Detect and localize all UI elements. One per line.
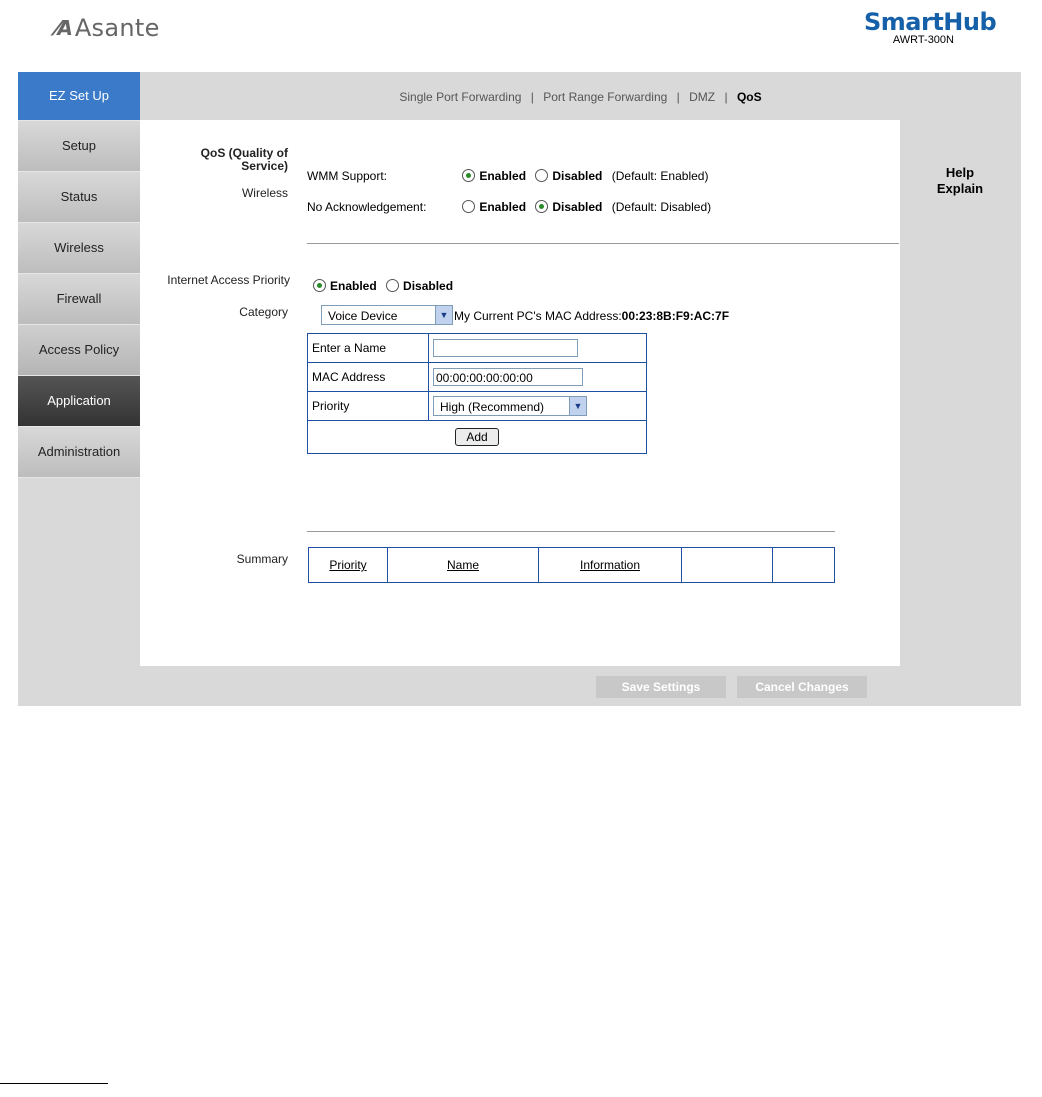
current-mac-info: My Current PC's MAC Address:00:23:8B:F9:… [454, 309, 729, 323]
no-ack-disabled-radio[interactable] [535, 200, 549, 213]
table-row: Priority High (Recommend) ▼ [307, 391, 647, 421]
brand-name: SmartHub [864, 8, 997, 36]
table-row: MAC Address 00:00:00:00:00:00 [307, 362, 647, 392]
table-header-row: Priority Name Information [308, 547, 835, 583]
tab-dmz[interactable]: DMZ [689, 90, 715, 104]
no-ack-label: No Acknowledgement: [307, 200, 427, 214]
mac-field-cell: 00:00:00:00:00:00 [428, 362, 647, 392]
no-ack-enabled-radio[interactable] [462, 200, 476, 213]
iap-enabled-label: Enabled [330, 279, 377, 293]
cancel-changes-button[interactable]: Cancel Changes [737, 676, 867, 698]
iap-enabled-radio[interactable] [313, 279, 326, 292]
wmm-support-row: WMM Support: Enabled Disabled (Default: … [307, 169, 708, 183]
sidebar-item-application[interactable]: Application [18, 376, 140, 427]
iap-disabled-radio[interactable] [386, 279, 400, 292]
sub-navigation: Single Port Forwarding | Port Range Forw… [140, 72, 1021, 120]
internet-access-priority-label: Internet Access Priority [167, 273, 290, 287]
nav-separator: | [724, 90, 728, 104]
no-ack-row: No Acknowledgement: Enabled Disabled (De… [307, 200, 711, 214]
summary-divider [307, 531, 835, 532]
summary-col-name[interactable]: Name [387, 547, 539, 583]
no-ack-disabled-label: Disabled [552, 200, 603, 214]
sidebar-item-access-policy[interactable]: Access Policy [18, 325, 140, 376]
summary-col-empty-1 [681, 547, 773, 583]
no-ack-default-note: (Default: Disabled) [611, 200, 712, 214]
sidebar-item-ez-setup[interactable]: EZ Set Up [18, 72, 140, 121]
tab-port-range-forwarding[interactable]: Port Range Forwarding [543, 90, 667, 104]
help-label[interactable]: Help [920, 165, 1000, 181]
qos-section-title: QoS (Quality of Service) [200, 146, 288, 173]
no-ack-enabled-label: Enabled [479, 200, 527, 214]
sidebar-item-status[interactable]: Status [18, 172, 140, 223]
current-mac-label: My Current PC's MAC Address: [454, 309, 622, 323]
table-row: Enter a Name [307, 333, 647, 363]
footnote-divider [0, 1083, 108, 1084]
wireless-label: Wireless [241, 186, 288, 200]
summary-label: Summary [236, 552, 288, 566]
asante-logo: ⁄A Asante [56, 14, 160, 42]
nav-separator: | [676, 90, 680, 104]
tab-qos[interactable]: QoS [737, 90, 762, 104]
sidebar-item-wireless[interactable]: Wireless [18, 223, 140, 274]
name-field-label: Enter a Name [307, 333, 429, 363]
tab-single-port-forwarding[interactable]: Single Port Forwarding [399, 90, 521, 104]
chevron-down-icon[interactable]: ▼ [435, 306, 452, 324]
wmm-support-label: WMM Support: [307, 169, 388, 183]
mac-field-label: MAC Address [307, 362, 429, 392]
smarthub-brand: SmartHub AWRT-300N [864, 8, 997, 46]
priority-field-label: Priority [307, 391, 429, 421]
device-form-table: Enter a Name MAC Address 00:00:00:00:00:… [307, 333, 647, 454]
sidebar-item-firewall[interactable]: Firewall [18, 274, 140, 325]
category-label: Category [239, 305, 288, 319]
priority-value: High (Recommend) [440, 400, 545, 414]
current-mac-value: 00:23:8B:F9:AC:7F [621, 309, 730, 323]
name-field-cell [428, 333, 647, 363]
iap-disabled-label: Disabled [403, 279, 454, 293]
summary-table: Priority Name Information [308, 547, 835, 583]
summary-col-priority[interactable]: Priority [308, 547, 388, 583]
mac-address-input[interactable]: 00:00:00:00:00:00 [433, 368, 583, 386]
asante-logo-mark: ⁄A [56, 16, 73, 40]
sidebar-item-administration[interactable]: Administration [18, 427, 140, 478]
chevron-down-icon[interactable]: ▼ [569, 397, 586, 415]
sidebar-item-setup[interactable]: Setup [18, 121, 140, 172]
explain-label[interactable]: Explain [920, 181, 1000, 197]
wmm-disabled-label: Disabled [552, 169, 603, 183]
asante-logo-text: Asante [74, 14, 160, 42]
summary-col-information[interactable]: Information [538, 547, 682, 583]
wmm-enabled-label: Enabled [479, 169, 527, 183]
table-row: Add [307, 420, 647, 454]
section-divider [307, 243, 899, 244]
category-select[interactable]: Voice Device ▼ [321, 305, 453, 325]
wmm-default-note: (Default: Enabled) [611, 169, 709, 183]
name-input[interactable] [433, 339, 578, 357]
wmm-disabled-radio[interactable] [535, 169, 549, 182]
nav-separator: | [530, 90, 534, 104]
wmm-enabled-radio[interactable] [462, 169, 476, 182]
save-settings-button[interactable]: Save Settings [596, 676, 726, 698]
iap-radio-row: Enabled Disabled [313, 279, 459, 293]
add-button[interactable]: Add [455, 428, 499, 446]
add-button-cell: Add [307, 420, 647, 454]
sidebar-nav: EZ Set Up Setup Status Wireless Firewall… [18, 72, 140, 478]
priority-field-cell: High (Recommend) ▼ [428, 391, 647, 421]
category-value: Voice Device [328, 309, 398, 323]
priority-select[interactable]: High (Recommend) ▼ [433, 396, 587, 416]
summary-col-empty-2 [772, 547, 835, 583]
help-panel: Help Explain [920, 165, 1000, 197]
